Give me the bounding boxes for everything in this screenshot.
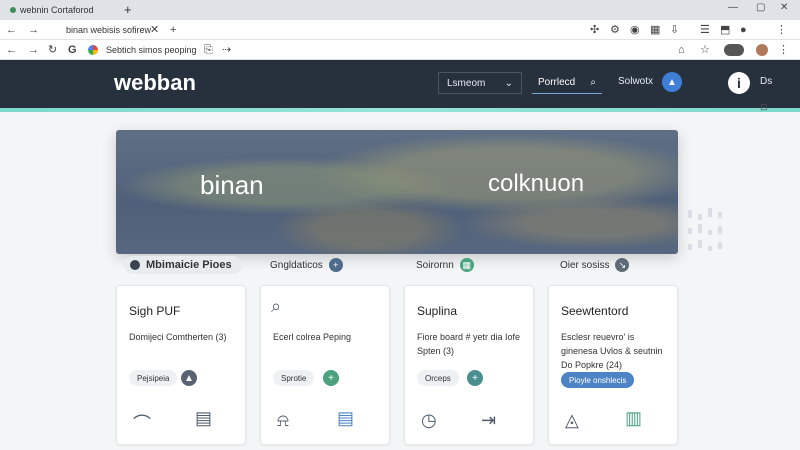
extension-pill[interactable] bbox=[724, 44, 744, 56]
nav-search-label: Porrlecd bbox=[538, 77, 576, 88]
card-3[interactable]: Suplina Fiore board # yetr dia Iofe Spte… bbox=[404, 285, 534, 445]
forward-icon[interactable]: → bbox=[28, 40, 39, 60]
export-icon[interactable]: ⇥ bbox=[481, 410, 496, 431]
browser-tabstrip: webnin Cortaforod + — ▢ ✕ bbox=[0, 0, 800, 20]
site-header: webban Lsmeom ⌄ Porrlecd ⌕ Solwotx ▲ i D… bbox=[0, 60, 800, 112]
section-main-text: Mbimaicie Pioes bbox=[146, 259, 232, 271]
tab-first-title: webnin Cortaforod bbox=[20, 5, 94, 15]
tab-close-icon[interactable]: ✕ bbox=[150, 20, 159, 40]
bell-icon[interactable]: ⍾ bbox=[277, 410, 289, 431]
section-label-4-text: Oier sosiss bbox=[560, 259, 610, 271]
forward-icon[interactable]: → bbox=[28, 20, 39, 40]
map-icon[interactable]: ▥ bbox=[625, 408, 642, 429]
site-logo[interactable]: webban bbox=[114, 70, 196, 96]
profile-icon[interactable]: ◉ bbox=[630, 20, 640, 40]
download-icon[interactable]: ⇩ bbox=[670, 20, 679, 40]
site-favicon-icon bbox=[88, 45, 98, 55]
section-label-3[interactable]: Soirornn ▦ bbox=[416, 256, 474, 274]
nav-link[interactable]: Solwotx bbox=[618, 76, 653, 87]
tab-favicon-icon bbox=[10, 7, 16, 13]
hero-right-text: colknuon bbox=[488, 170, 585, 197]
card-title: Seewtentord bbox=[561, 304, 629, 318]
chevron-down-icon: ⌄ bbox=[504, 77, 513, 89]
browser-address-row: ← → ↻ G Sebtich simos peoping ⎘ ⇢ ⌂ ☆ ⋮ bbox=[0, 40, 800, 60]
card-title: Sigh PUF bbox=[129, 304, 181, 318]
plus-icon[interactable]: + bbox=[467, 370, 483, 386]
active-tab-title[interactable]: binan webisis sofirew bbox=[66, 20, 151, 40]
info-icon[interactable]: i bbox=[728, 72, 750, 94]
star-icon[interactable]: ☆ bbox=[700, 40, 710, 60]
add-tab-icon[interactable]: + bbox=[170, 20, 176, 40]
new-tab-button[interactable]: + bbox=[124, 2, 132, 17]
browser-avatar[interactable] bbox=[756, 44, 768, 56]
extension-icon[interactable]: ✣ bbox=[590, 20, 599, 40]
nav-search[interactable]: Porrlecd ⌕ bbox=[532, 72, 602, 94]
section-label-4[interactable]: Oier sosiss ↘ bbox=[560, 256, 630, 274]
tab-search-icon[interactable]: ⎘ bbox=[204, 40, 213, 60]
more-icon[interactable]: ⋮ bbox=[776, 20, 787, 40]
puzzle-icon[interactable]: ⬒ bbox=[720, 20, 730, 40]
section-dot-icon bbox=[130, 260, 140, 270]
wifi-icon[interactable]: ⌒ bbox=[133, 410, 151, 436]
minimize-icon[interactable]: — bbox=[728, 2, 738, 13]
menu-icon[interactable]: ☰ bbox=[700, 20, 710, 40]
account-icon[interactable]: ● bbox=[740, 20, 747, 40]
maximize-icon[interactable]: ▢ bbox=[756, 2, 765, 13]
arrow-up-icon[interactable]: ▲ bbox=[181, 370, 197, 386]
section-label-2[interactable]: Gngldaticos + bbox=[270, 256, 343, 274]
card-2[interactable]: ⌕ Ecerl colrea Peping Sprotie + ⍾ ▤ bbox=[260, 285, 390, 445]
browser-tab-row: ← → binan webisis sofirew ✕ + ✣ ⚙ ◉ ▦ ⇩ … bbox=[0, 20, 800, 40]
card-footer: ⍾ ▤ bbox=[261, 402, 389, 444]
card-footer: ◬ ▥ bbox=[549, 402, 677, 444]
add-icon[interactable]: + bbox=[328, 258, 343, 272]
card-button[interactable]: Orceps bbox=[417, 370, 459, 386]
language-selector[interactable]: Ds bbox=[760, 76, 772, 87]
google-icon: G bbox=[68, 44, 77, 56]
section-main-label[interactable]: Mbimaicie Pioes bbox=[124, 256, 242, 274]
settings-icon[interactable]: ⚙ bbox=[610, 20, 620, 40]
search-icon: ⌕ bbox=[271, 296, 282, 316]
corner-badge-icon: ⊡ bbox=[760, 102, 768, 112]
plus-icon[interactable]: + bbox=[323, 370, 339, 386]
hero-left-text: binan bbox=[200, 170, 264, 200]
card-button[interactable]: Pejsipeia bbox=[129, 370, 178, 386]
search-icon: ⌕ bbox=[590, 77, 596, 88]
more-icon[interactable]: ⋮ bbox=[778, 40, 789, 60]
reload-icon[interactable]: ↻ bbox=[48, 40, 57, 60]
card-footer: ◷ ⇥ bbox=[405, 402, 533, 444]
card-primary-button[interactable]: Pioyle onshlecis bbox=[561, 372, 635, 388]
arrow-icon[interactable]: ↘ bbox=[615, 258, 630, 272]
back-icon[interactable]: ← bbox=[6, 40, 17, 60]
card-text: Esclesr reuevro' is ginenesa Uvlos & seu… bbox=[561, 332, 663, 370]
card-text: Fiore board # yetr dia Iofe Spten (3) bbox=[417, 332, 521, 356]
section-label-2-text: Gngldaticos bbox=[270, 259, 323, 271]
document-icon[interactable]: ▤ bbox=[337, 408, 354, 429]
card-1[interactable]: Sigh PUF Domijeci Comtherten (3) Pejsipe… bbox=[116, 285, 246, 445]
card-text: Domijeci Comtherten (3) bbox=[129, 332, 227, 342]
close-icon[interactable]: ✕ bbox=[780, 2, 788, 13]
shield-icon[interactable]: ◬ bbox=[565, 410, 579, 431]
clock-icon[interactable]: ◷ bbox=[421, 410, 437, 431]
back-icon[interactable]: ← bbox=[6, 20, 17, 40]
address-bar-text[interactable]: Sebtich simos peoping bbox=[106, 40, 197, 60]
background-chart-graphic bbox=[688, 208, 722, 251]
share-icon[interactable]: ⇢ bbox=[222, 40, 231, 60]
card-4[interactable]: Seewtentord Esclesr reuevro' is ginenesa… bbox=[548, 285, 678, 445]
nav-dropdown-label: Lsmeom bbox=[447, 77, 486, 89]
card-text: Ecerl colrea Peping bbox=[273, 332, 352, 342]
card-footer: ⌒ ▤ bbox=[117, 402, 245, 444]
browser-tab-first[interactable]: webnin Cortaforod bbox=[4, 0, 104, 20]
card-button[interactable]: Sprotie bbox=[273, 370, 315, 386]
folder-icon[interactable]: ▤ bbox=[195, 408, 212, 429]
apps-icon[interactable]: ▦ bbox=[650, 20, 660, 40]
bookmark-icon[interactable]: ⌂ bbox=[678, 40, 685, 60]
nav-dropdown[interactable]: Lsmeom ⌄ bbox=[438, 72, 522, 94]
section-label-3-text: Soirornn bbox=[416, 259, 454, 271]
card-title: Suplina bbox=[417, 304, 458, 318]
grid-icon[interactable]: ▦ bbox=[459, 258, 474, 272]
user-avatar-icon[interactable]: ▲ bbox=[662, 72, 682, 92]
